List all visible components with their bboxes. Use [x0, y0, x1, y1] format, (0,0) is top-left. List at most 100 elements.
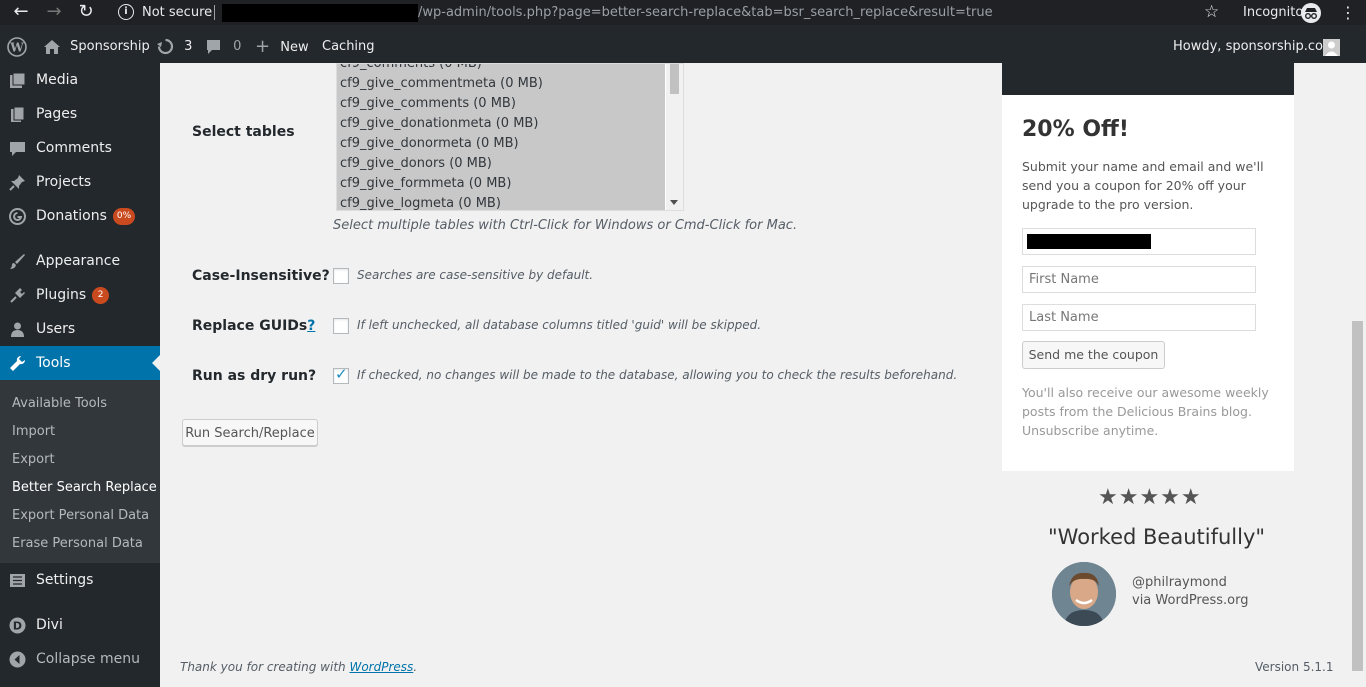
submenu-erase-personal-data[interactable]: Erase Personal Data [12, 530, 143, 558]
scroll-down-arrow-icon[interactable] [670, 200, 678, 205]
table-option[interactable]: cf9_give_donormeta (0 MB) [340, 136, 519, 151]
sidebar-item-projects[interactable]: Projects [0, 165, 160, 199]
promo-title: 20% Off! [1022, 117, 1129, 142]
tools-submenu: Available Tools Import Export Better Sea… [0, 380, 160, 563]
submenu-available-tools[interactable]: Available Tools [12, 390, 107, 418]
replace-guids-text: Replace GUIDs [192, 318, 308, 334]
sidebar-collapse-menu[interactable]: Collapse menu [0, 642, 160, 676]
sidebar-item-settings[interactable]: Settings [0, 563, 160, 597]
listbox-scroll-thumb[interactable] [670, 64, 679, 94]
table-option[interactable]: cf9_comments (0 MB) [340, 64, 482, 71]
case-insensitive-description: Searches are case-sensitive by default. [357, 268, 594, 282]
table-option[interactable]: cf9_give_comments (0 MB) [340, 96, 516, 111]
sidebar-item-label: Tools [36, 355, 71, 371]
testimonial-quote: "Worked Beautifully" [1048, 525, 1266, 549]
sidebar-item-label: Media [36, 72, 79, 88]
current-menu-arrow [152, 355, 160, 371]
footer-thanks-period: . [413, 660, 418, 674]
sidebar-item-label: Appearance [36, 253, 121, 269]
footer-thanks: Thank you for creating with WordPress. [180, 660, 417, 674]
comments-icon [10, 142, 25, 156]
run-search-replace-button[interactable]: Run Search/Replace [182, 419, 318, 446]
media-icon [10, 72, 26, 88]
first-name-field[interactable]: First Name [1022, 266, 1256, 293]
promo-header-bar [1002, 63, 1294, 95]
sidebar-item-divi[interactable]: D Divi [0, 608, 160, 642]
wordpress-logo-icon[interactable]: W [7, 25, 27, 63]
back-icon[interactable]: ← [10, 2, 32, 22]
wordpress-link[interactable]: WordPress [349, 660, 413, 674]
sidebar-item-appearance[interactable]: Appearance [0, 244, 160, 278]
submenu-export[interactable]: Export [12, 446, 55, 474]
info-icon[interactable]: i [118, 4, 134, 20]
tables-multiselect[interactable]: cf9_comments (0 MB) cf9_give_commentmeta… [336, 63, 684, 211]
page-scrollbar[interactable] [1350, 63, 1366, 687]
table-option[interactable]: cf9_give_donationmeta (0 MB) [340, 116, 538, 131]
table-option[interactable]: cf9_give_donors (0 MB) [340, 156, 492, 171]
sidebar-item-label: Collapse menu [36, 651, 140, 667]
sidebar-item-label: Projects [36, 174, 92, 190]
sidebar-item-media[interactable]: Media [0, 63, 160, 97]
new-content-link[interactable]: + New [255, 25, 309, 63]
sidebar-item-label: Divi [36, 617, 63, 633]
url-separator [214, 5, 215, 20]
guid-help-link[interactable]: ? [307, 318, 315, 334]
promo-note: You'll also receive our awesome weekly p… [1022, 385, 1269, 438]
case-insensitive-label: Case-Insensitive? [192, 268, 330, 284]
browser-toolbar: ← → ↻ i Not secure /wp-admin/tools.php?p… [0, 0, 1366, 25]
home-icon [44, 39, 60, 54]
donations-badge: 0% [112, 207, 136, 225]
collapse-icon [9, 651, 26, 668]
divi-icon: D [9, 617, 26, 634]
sidebar-item-label: Settings [36, 572, 94, 588]
forward-icon[interactable]: → [43, 2, 65, 22]
incognito-icon [1301, 3, 1321, 23]
email-field[interactable] [1022, 228, 1256, 255]
case-insensitive-checkbox[interactable] [333, 268, 349, 284]
sidebar-item-tools[interactable]: Tools [0, 346, 160, 380]
incognito-label: Incognito [1243, 5, 1304, 20]
comment-bubble-icon [207, 39, 220, 54]
table-option[interactable]: cf9_give_formmeta (0 MB) [340, 176, 511, 191]
submenu-export-personal-data[interactable]: Export Personal Data [12, 502, 149, 530]
updates-icon [157, 38, 174, 55]
last-name-field[interactable]: Last Name [1022, 304, 1256, 331]
replace-guids-checkbox[interactable] [333, 318, 349, 334]
svg-text:D: D [13, 620, 22, 633]
sidebar-item-plugins[interactable]: Plugins 2 [0, 278, 160, 312]
sidebar-item-label: Plugins [36, 287, 87, 303]
testimonial-source: via WordPress.org [1132, 593, 1249, 608]
submenu-better-search-replace[interactable]: Better Search Replace [12, 474, 157, 502]
dry-run-checkbox[interactable]: ✓ [333, 365, 349, 384]
reload-icon[interactable]: ↻ [75, 2, 97, 22]
user-avatar-icon[interactable] [1323, 39, 1340, 56]
site-name-link[interactable]: Sponsorship [43, 25, 150, 63]
updates-link[interactable]: 3 [157, 25, 192, 63]
page-scroll-thumb[interactable] [1352, 321, 1363, 671]
security-status: Not secure [142, 5, 213, 20]
send-coupon-button[interactable]: Send me the coupon [1022, 341, 1165, 369]
sidebar-item-pages[interactable]: Pages [0, 97, 160, 131]
table-option[interactable]: cf9_give_commentmeta (0 MB) [340, 76, 543, 91]
plus-icon: + [255, 36, 271, 57]
admin-sidebar: Media Pages Comments Projects Donations 0… [0, 63, 160, 687]
plugins-badge: 2 [92, 286, 110, 304]
listbox-scrollbar[interactable] [666, 64, 683, 210]
bookmark-star-icon[interactable]: ☆ [1204, 2, 1219, 23]
table-option[interactable]: cf9_give_logmeta (0 MB) [340, 196, 501, 210]
sidebar-item-label: Donations [36, 208, 107, 224]
selected-options-background: cf9_comments (0 MB) cf9_give_commentmeta… [337, 64, 665, 210]
wp-admin-bar: W Sponsorship 3 0 + New Caching Howdy, s… [0, 25, 1366, 63]
caching-link[interactable]: Caching [322, 25, 375, 63]
sidebar-item-comments[interactable]: Comments [0, 131, 160, 165]
browser-menu-icon[interactable]: ⋮ [1340, 2, 1356, 23]
sidebar-item-users[interactable]: Users [0, 312, 160, 346]
submenu-import[interactable]: Import [12, 418, 55, 446]
sidebar-item-donations[interactable]: Donations 0% [0, 199, 160, 233]
redacted-email [1027, 234, 1151, 249]
howdy-user-link[interactable]: Howdy, sponsorship.com [1173, 25, 1336, 63]
footer-thanks-text: Thank you for creating with [180, 660, 350, 674]
new-label: New [280, 40, 309, 55]
comments-link[interactable]: 0 [205, 25, 241, 63]
address-bar[interactable]: /wp-admin/tools.php?page=better-search-r… [418, 2, 993, 23]
